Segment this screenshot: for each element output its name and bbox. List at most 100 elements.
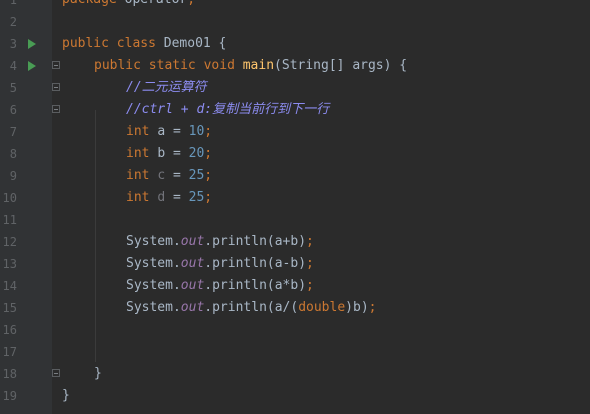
code-token: .println(a-b): [204, 256, 307, 271]
line-number: 14: [2, 279, 17, 293]
code-token: System.: [126, 256, 181, 271]
code-token: int: [126, 146, 158, 161]
line-number: 4: [9, 59, 17, 73]
code-line[interactable]: 2: [0, 11, 590, 33]
code-token: int: [126, 190, 158, 205]
code-token: public: [94, 58, 149, 73]
code-line[interactable]: 15 System.out.println(a/(double)b);: [0, 297, 590, 319]
line-number: 11: [2, 213, 17, 227]
code-token: 20: [188, 146, 205, 161]
code-text: public static void main(String[] args) {: [94, 55, 407, 77]
code-line[interactable]: 5 //二元运算符: [0, 77, 590, 99]
code-line[interactable]: 14 System.out.println(a*b);: [0, 275, 590, 297]
code-token: a =: [157, 124, 189, 139]
code-token: double: [298, 300, 346, 315]
code-token: ;: [368, 300, 377, 315]
code-token: System.: [126, 300, 181, 315]
fold-marker-icon[interactable]: [52, 61, 60, 69]
code-line[interactable]: 11: [0, 209, 590, 231]
code-token: ;: [204, 146, 213, 161]
code-token: =: [165, 168, 189, 183]
code-text: }: [62, 385, 70, 407]
code-text: System.out.println(a/(double)b);: [126, 297, 376, 319]
code-token: public: [62, 36, 117, 51]
code-token: .println(a/(: [204, 300, 299, 315]
line-number: 17: [2, 345, 17, 359]
line-number: 12: [2, 235, 17, 249]
code-token: .println(a+b): [204, 234, 307, 249]
code-line[interactable]: 17: [0, 341, 590, 363]
code-line[interactable]: 19}: [0, 385, 590, 407]
code-line[interactable]: 10 int d = 25;: [0, 187, 590, 209]
code-token: static: [148, 58, 204, 73]
run-gutter-icon[interactable]: [28, 39, 36, 49]
code-token: ;: [306, 278, 314, 293]
code-token: out: [180, 256, 205, 271]
code-token: //二元运算符: [126, 80, 207, 95]
code-line[interactable]: 4 public static void main(String[] args) …: [0, 55, 590, 77]
code-token: =: [165, 190, 189, 205]
code-token: ;: [187, 0, 195, 7]
code-line[interactable]: 6 //ctrl + d:复制当前行到下一行: [0, 99, 590, 121]
code-text: //ctrl + d:复制当前行到下一行: [126, 99, 329, 121]
line-number: 8: [9, 147, 17, 161]
code-line[interactable]: 13 System.out.println(a-b);: [0, 253, 590, 275]
code-text: int a = 10;: [126, 121, 212, 143]
code-editor[interactable]: 1 package operator; 2 3 public class Demo01 …: [0, 0, 590, 414]
line-number: 16: [2, 323, 17, 337]
code-text: int b = 20;: [126, 143, 212, 165]
line-number: 18: [2, 367, 17, 381]
code-token: c: [157, 168, 166, 183]
code-token: System.: [126, 234, 181, 249]
line-number: 3: [9, 37, 17, 51]
code-token: ;: [204, 124, 213, 139]
code-line[interactable]: 9 int c = 25;: [0, 165, 590, 187]
code-token: class: [116, 36, 164, 51]
code-token: ;: [204, 190, 213, 205]
code-token: main: [242, 58, 275, 73]
code-token: int: [126, 168, 158, 183]
code-token: ;: [306, 256, 314, 271]
code-line[interactable]: 3 public class Demo01 {: [0, 33, 590, 55]
fold-marker-icon[interactable]: [52, 105, 60, 113]
code-token: operator: [125, 0, 188, 7]
code-line[interactable]: 18}: [0, 363, 590, 385]
fold-marker-icon[interactable]: [52, 83, 60, 91]
code-token: int: [126, 124, 158, 139]
fold-marker-icon[interactable]: [52, 369, 60, 377]
code-token: )b): [345, 300, 369, 315]
code-token: package: [62, 0, 125, 7]
line-number: 9: [9, 169, 17, 183]
code-token: //ctrl + d:复制当前行到下一行: [126, 102, 330, 117]
code-token: }: [62, 388, 70, 403]
code-line[interactable]: 8 int b = 20;: [0, 143, 590, 165]
code-token: ;: [204, 168, 213, 183]
code-token: out: [180, 278, 205, 293]
code-line[interactable]: 12 System.out.println(a+b);: [0, 231, 590, 253]
line-number: 10: [2, 191, 17, 205]
code-line[interactable]: 16: [0, 319, 590, 341]
run-gutter-icon[interactable]: [28, 61, 36, 71]
code-token: out: [180, 234, 205, 249]
line-number: 15: [2, 301, 17, 315]
line-number: 19: [2, 389, 17, 403]
line-number: 13: [2, 257, 17, 271]
code-line[interactable]: 1 package operator;: [0, 0, 590, 11]
code-text: System.out.println(a-b);: [126, 253, 314, 275]
line-number: 1: [9, 0, 17, 7]
code-token: d: [157, 190, 166, 205]
code-text: System.out.println(a+b);: [126, 231, 314, 253]
code-text: int d = 25;: [126, 187, 212, 209]
code-text: //二元运算符: [126, 77, 207, 99]
code-token: 25: [188, 190, 205, 205]
code-token: void: [203, 58, 243, 73]
code-text: System.out.println(a*b);: [126, 275, 314, 297]
code-text: public class Demo01 {: [62, 33, 226, 55]
code-line[interactable]: 7 int a = 10;: [0, 121, 590, 143]
code-text: package operator;: [62, 0, 195, 11]
line-number: 7: [9, 125, 17, 139]
code-token: System.: [126, 278, 181, 293]
code-text: int c = 25;: [126, 165, 212, 187]
line-number: 2: [9, 15, 17, 29]
code-token: out: [180, 300, 205, 315]
